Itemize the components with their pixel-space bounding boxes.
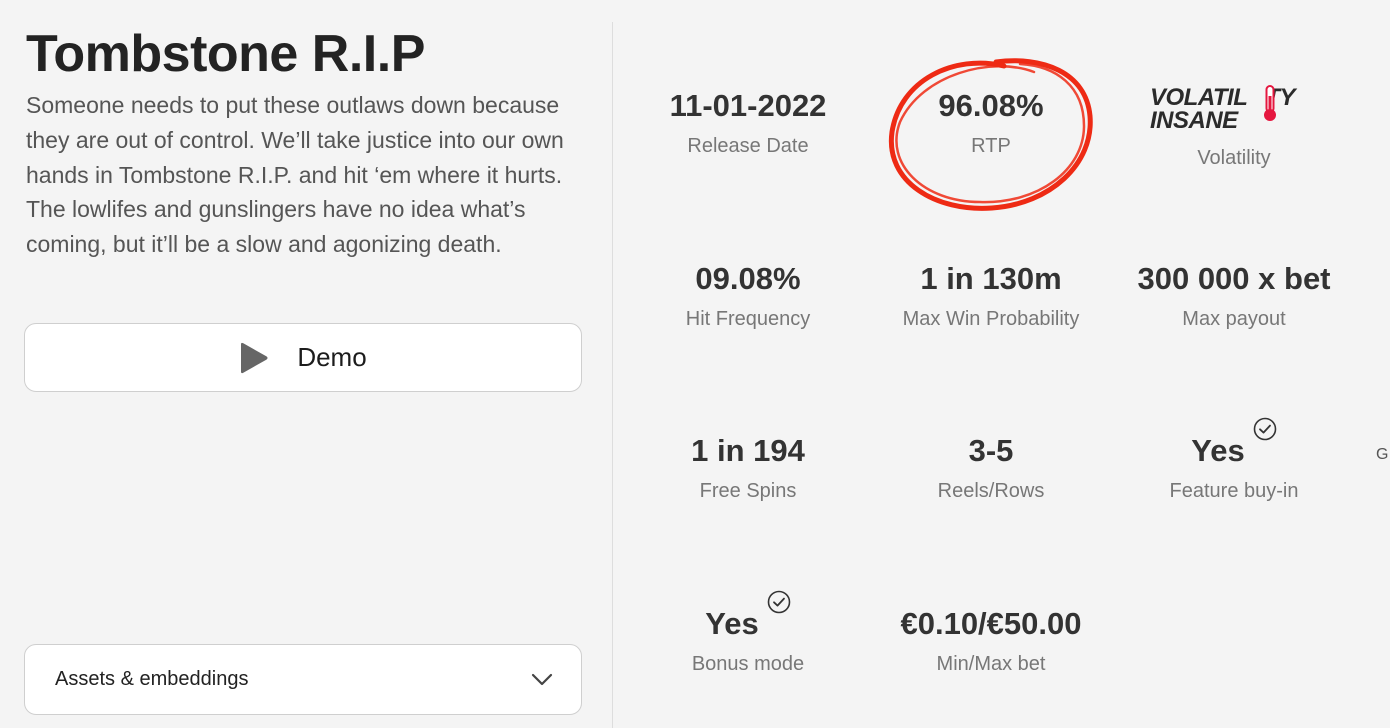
volatility-label: Volatility <box>1197 147 1271 169</box>
hit-frequency-value: 09.08% <box>695 261 801 296</box>
max-payout-label: Max payout <box>1182 308 1286 330</box>
feature-buy-in-value: Yes <box>1191 433 1245 468</box>
assets-embeddings-dropdown[interactable]: Assets & embeddings <box>24 644 582 715</box>
release-date-label: Release Date <box>687 135 809 157</box>
max-win-probability-value: 1 in 130m <box>920 261 1062 296</box>
stat-max-payout: 300 000 x bet Max payout <box>1114 261 1354 331</box>
stat-min-max-bet: €0.10/€50.00 Min/Max bet <box>871 606 1111 676</box>
play-icon <box>241 342 268 373</box>
rtp-value: 96.08% <box>938 88 1044 123</box>
stat-release-date: 11-01-2022 Release Date <box>628 88 868 158</box>
check-circle-icon <box>1253 417 1277 441</box>
max-payout-value: 300 000 x bet <box>1137 261 1331 296</box>
bonus-mode-label: Bonus mode <box>691 653 805 675</box>
feature-buy-in-label: Feature buy-in <box>1169 480 1299 502</box>
min-max-bet-value: €0.10/€50.00 <box>900 606 1082 641</box>
max-win-probability-label: Max Win Probability <box>902 308 1080 330</box>
stat-volatility: Volatility <box>1114 136 1354 170</box>
release-date-value: 11-01-2022 <box>669 88 827 123</box>
bonus-mode-value: Yes <box>705 606 759 641</box>
clipped-edge-text: G <box>1376 446 1389 463</box>
game-description: Someone needs to put these outlaws down … <box>26 92 564 258</box>
demo-button-label: Demo <box>297 342 367 372</box>
free-spins-label: Free Spins <box>699 480 797 502</box>
thermometer-icon <box>1264 85 1276 121</box>
stat-reels-rows: 3-5 Reels/Rows <box>871 433 1111 503</box>
stat-free-spins: 1 in 194 Free Spins <box>628 433 868 503</box>
free-spins-value: 1 in 194 <box>691 433 805 468</box>
volatility-insane-logo: VOLATIL TY INSANE <box>1148 84 1322 134</box>
game-info-panel: Tombstone R.I.P Someone needs to put the… <box>0 0 612 728</box>
stat-rtp: 96.08% RTP <box>871 88 1111 158</box>
reels-rows-label: Reels/Rows <box>937 480 1045 502</box>
reels-rows-value: 3-5 <box>968 433 1014 468</box>
min-max-bet-label: Min/Max bet <box>936 653 1046 675</box>
stat-hit-frequency: 09.08% Hit Frequency <box>628 261 868 331</box>
check-circle-icon <box>767 590 791 614</box>
stat-bonus-mode: Yes Bonus mode <box>628 590 868 676</box>
stat-max-win-probability: 1 in 130m Max Win Probability <box>871 261 1111 331</box>
stat-feature-buy-in: Yes Feature buy-in <box>1114 417 1354 503</box>
rtp-label: RTP <box>971 135 1011 157</box>
assets-embeddings-label: Assets & embeddings <box>55 668 249 690</box>
chevron-down-icon <box>531 673 553 685</box>
panel-divider <box>612 22 613 728</box>
volatility-logo-line2: INSANE <box>1150 107 1238 134</box>
demo-button[interactable]: Demo <box>24 323 582 392</box>
page-title: Tombstone R.I.P <box>26 25 425 83</box>
hit-frequency-label: Hit Frequency <box>685 308 811 330</box>
